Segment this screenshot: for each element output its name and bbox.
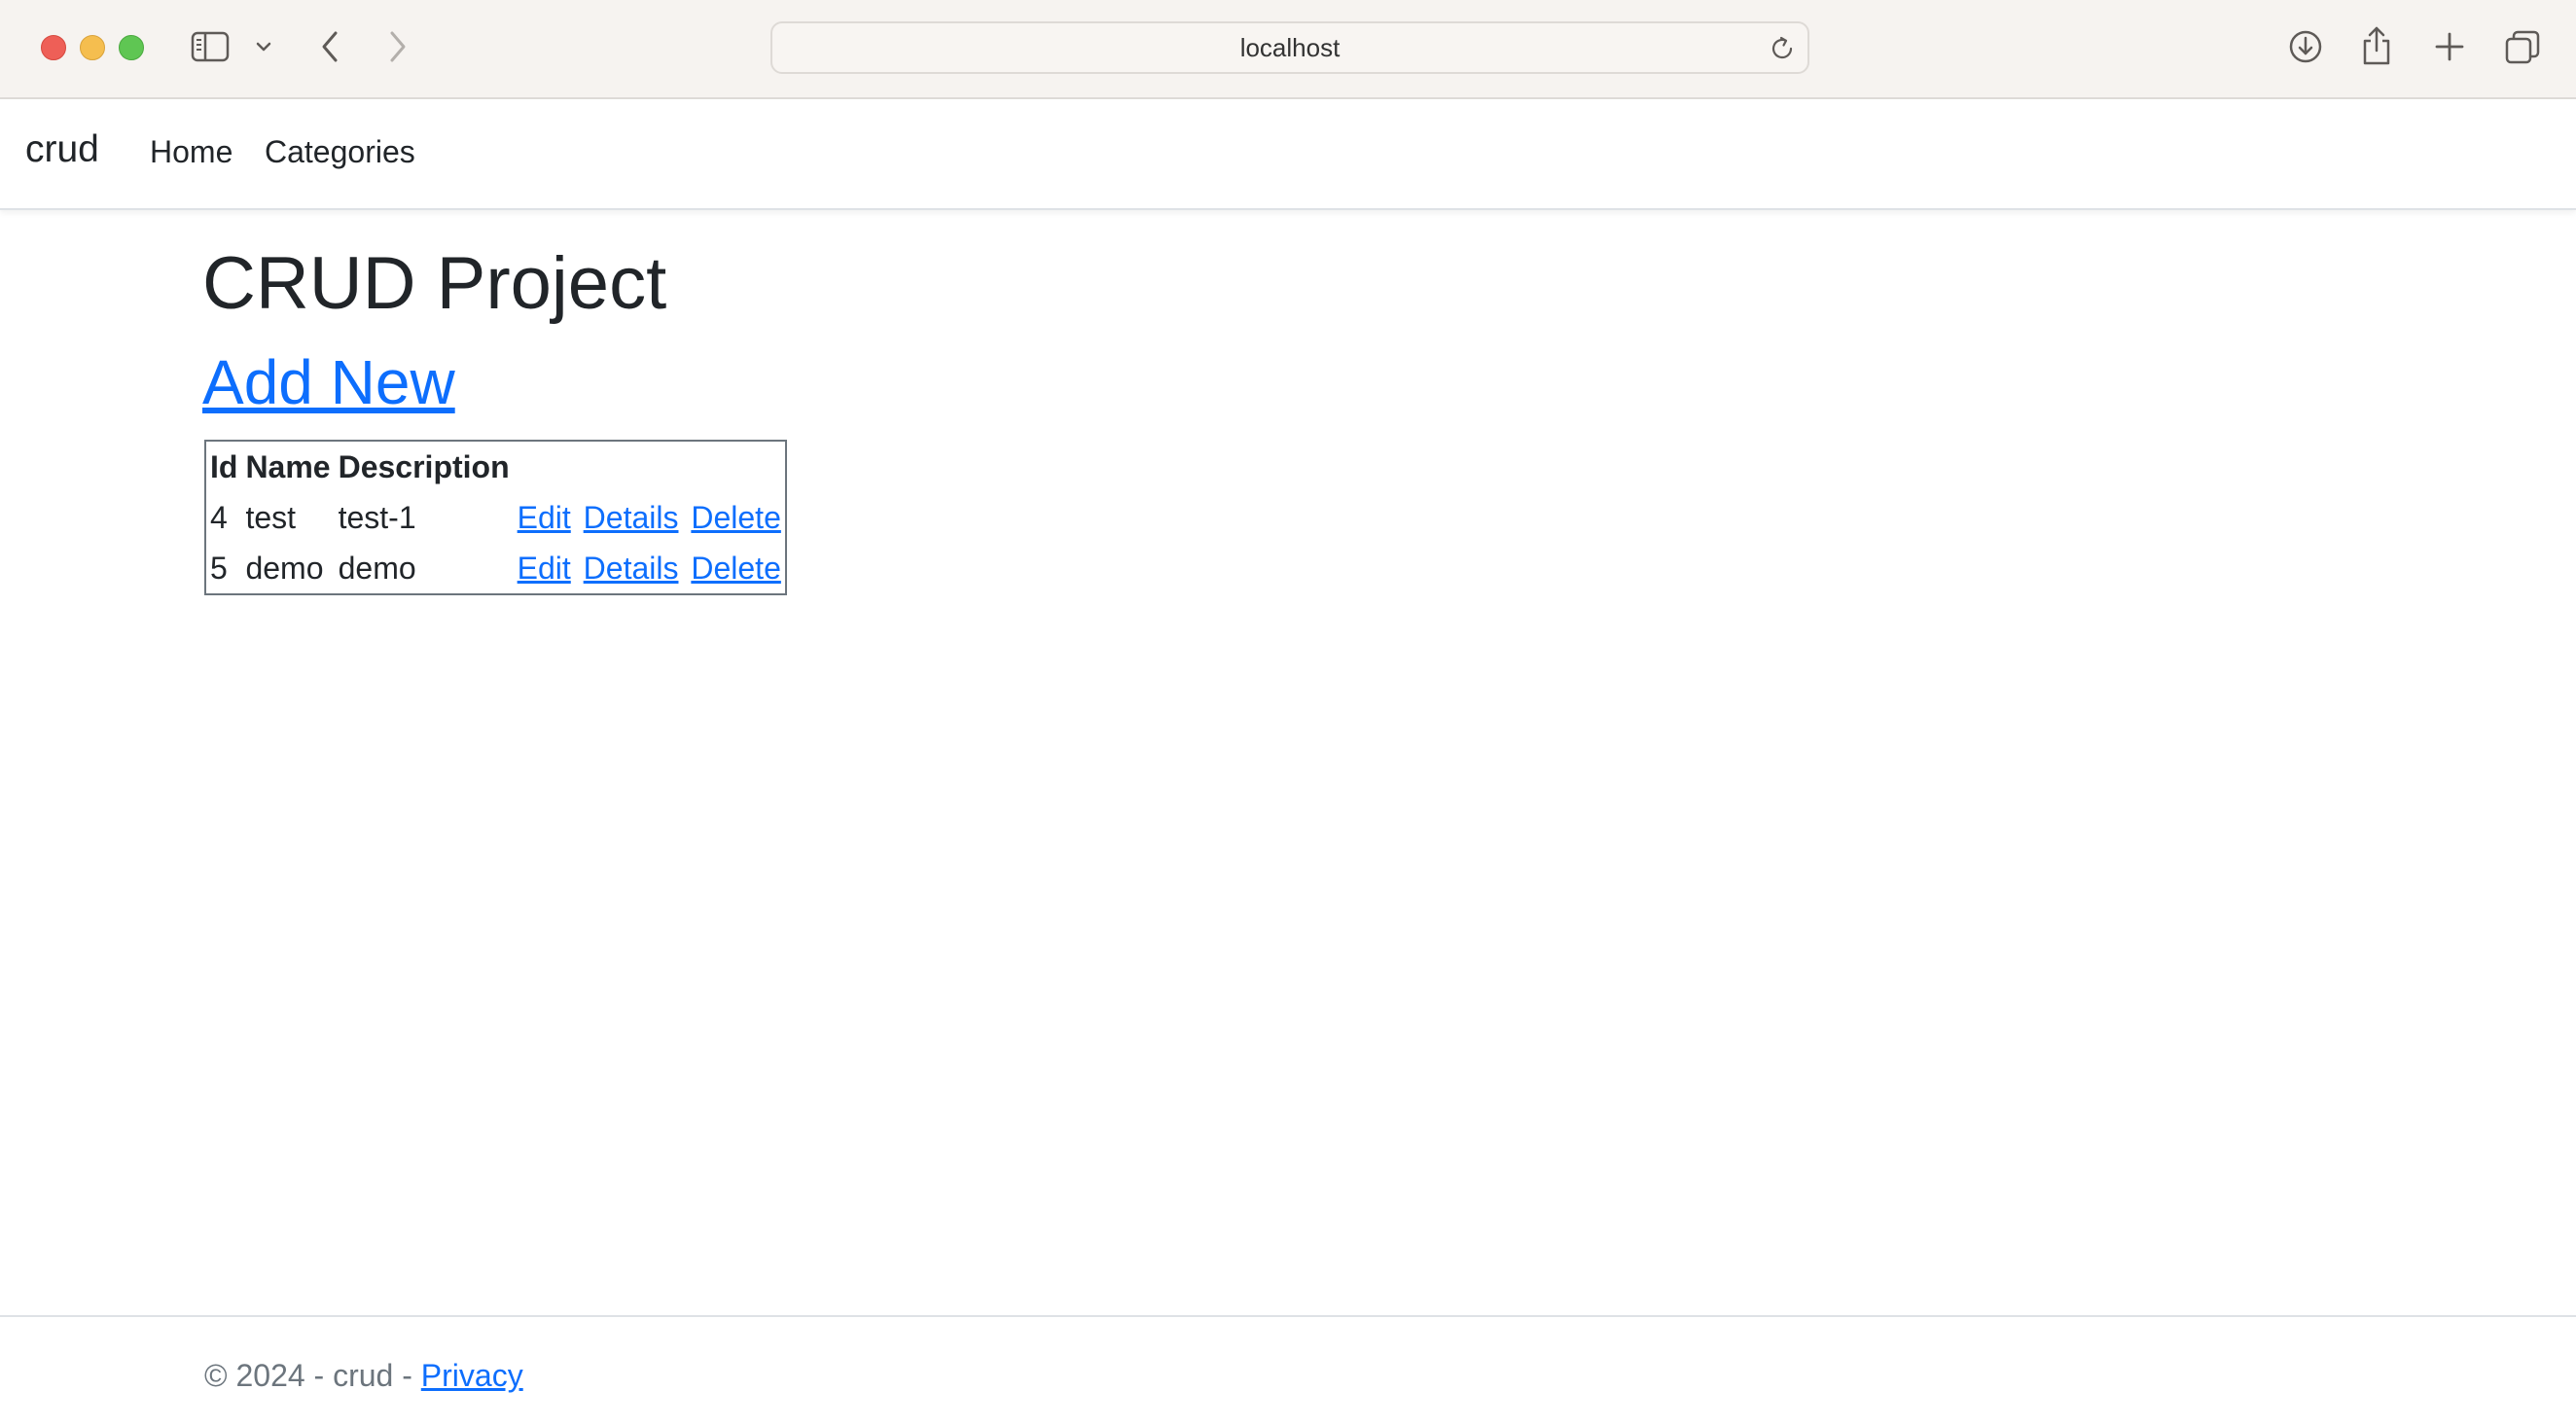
browser-toolbar: localhost [0, 0, 2576, 99]
close-window-button[interactable] [41, 35, 66, 60]
header-id: Id [210, 448, 238, 484]
chevron-down-icon[interactable] [255, 39, 272, 54]
header-actions [514, 442, 785, 492]
delete-link[interactable]: Delete [691, 551, 781, 586]
reload-icon[interactable] [1769, 35, 1796, 62]
site-footer: © 2024 - crud - Privacy [0, 1315, 2576, 1426]
cell-description: test-1 [338, 499, 416, 535]
edit-link[interactable]: Edit [518, 500, 571, 535]
forward-icon[interactable] [385, 29, 411, 64]
minimize-window-button[interactable] [80, 35, 105, 60]
delete-link[interactable]: Delete [691, 500, 781, 535]
details-link[interactable]: Details [584, 551, 679, 586]
header-description: Description [338, 448, 510, 484]
address-bar[interactable]: localhost [770, 21, 1809, 74]
copyright-text: © 2024 - crud - [204, 1358, 421, 1393]
header-name: Name [245, 448, 331, 484]
table-header-row: Id Name Description [206, 442, 785, 492]
share-icon[interactable] [2360, 25, 2393, 66]
brand-link[interactable]: crud [25, 128, 99, 171]
table-row: 4 test test-1 Edit Details Delete [206, 492, 785, 543]
cell-actions: Edit Details Delete [514, 492, 785, 543]
address-text[interactable]: localhost [772, 23, 1807, 72]
privacy-link[interactable]: Privacy [421, 1358, 523, 1393]
cell-name: demo [245, 550, 324, 586]
nav-categories-link[interactable]: Categories [265, 134, 415, 170]
plus-icon[interactable] [2434, 31, 2465, 62]
table-row: 5 demo demo Edit Details Delete [206, 543, 785, 593]
cell-description: demo [338, 550, 416, 586]
maximize-window-button[interactable] [119, 35, 144, 60]
cell-id: 4 [210, 499, 228, 535]
cell-actions: Edit Details Delete [514, 543, 785, 593]
site-navbar: crud Home Categories [0, 99, 2576, 210]
edit-link[interactable]: Edit [518, 551, 571, 586]
details-link[interactable]: Details [584, 500, 679, 535]
sidebar-icon[interactable] [191, 31, 230, 62]
cell-name: test [245, 499, 297, 535]
back-icon[interactable] [317, 29, 342, 64]
items-table: Id Name Description 4 test test-1 Edit D… [204, 440, 787, 595]
footer-text: © 2024 - crud - Privacy [204, 1358, 523, 1394]
tabs-icon[interactable] [2504, 29, 2541, 66]
download-icon[interactable] [2288, 29, 2323, 64]
cell-id: 5 [210, 550, 228, 586]
add-new-link[interactable]: Add New [202, 348, 455, 417]
nav-home-link[interactable]: Home [150, 134, 233, 170]
page-title: CRUD Project [202, 242, 667, 325]
